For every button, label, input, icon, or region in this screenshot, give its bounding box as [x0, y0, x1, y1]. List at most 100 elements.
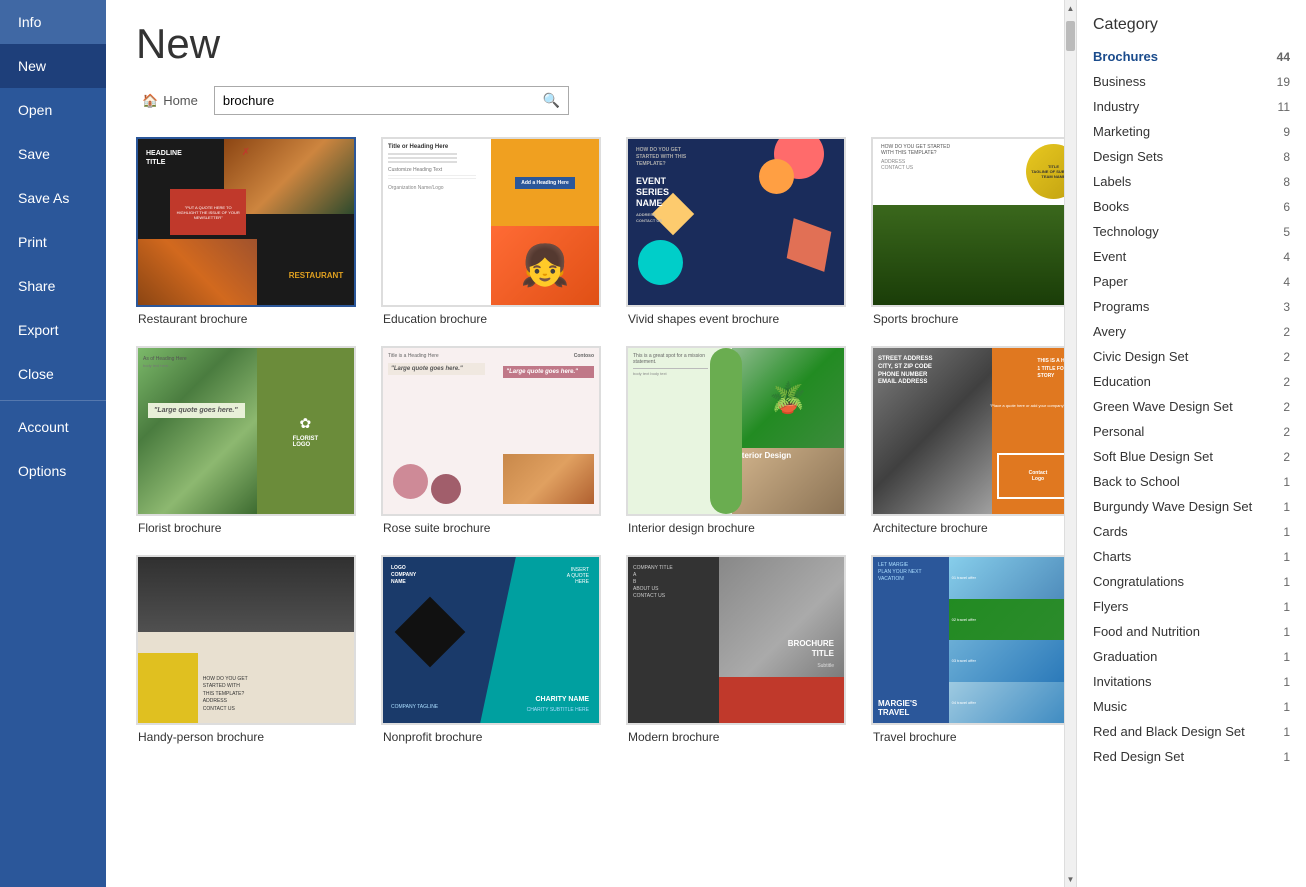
category-item[interactable]: Industry11	[1077, 94, 1306, 119]
templates-area[interactable]: HEADLINETITLE "PUT A QUOTE HERE TO HIGHL…	[106, 127, 1064, 887]
category-count: 1	[1283, 700, 1290, 714]
category-item[interactable]: Cards1	[1077, 519, 1306, 544]
sidebar-divider	[0, 400, 106, 401]
category-count: 2	[1283, 450, 1290, 464]
template-card[interactable]: Title or Heading Here Customize Heading …	[381, 137, 601, 326]
category-item[interactable]: Education2	[1077, 369, 1306, 394]
category-item[interactable]: Labels 8	[1077, 169, 1306, 194]
category-item-label: Industry	[1093, 99, 1139, 114]
category-item[interactable]: Invitations 1	[1077, 669, 1306, 694]
category-item[interactable]: Red and Black Design Set1	[1077, 719, 1306, 744]
category-item[interactable]: Civic Design Set2	[1077, 344, 1306, 369]
category-count: 1	[1283, 475, 1290, 489]
template-thumbnail: LOGOCOMPANYNAME COMPANY TAGLINE INSERTA …	[381, 555, 601, 725]
category-item-label: Music	[1093, 699, 1127, 714]
template-card[interactable]: HOW DO YOU GET STARTED WITH THIS TEMPLAT…	[871, 137, 1064, 326]
category-item-label: Green Wave Design Set	[1093, 399, 1233, 414]
category-item[interactable]: Business 19	[1077, 69, 1306, 94]
template-card[interactable]: COMPANY TITLEABABOUT USCONTACT US BROCHU…	[626, 555, 846, 744]
scroll-up-button[interactable]: ▲	[1065, 0, 1076, 16]
template-card[interactable]: ✿ FLORISTLOGO As of Heading Here body te…	[136, 346, 356, 535]
category-item-label: Congratulations	[1093, 574, 1184, 589]
sidebar-item-export[interactable]: Export	[0, 308, 106, 352]
template-name: Modern brochure	[626, 730, 846, 744]
category-item[interactable]: Design Sets8	[1077, 144, 1306, 169]
category-item[interactable]: Congratulations1	[1077, 569, 1306, 594]
category-item[interactable]: Charts1	[1077, 544, 1306, 569]
template-card[interactable]: LET MARGIEPLAN YOUR NEXTVACATION! MARGIE…	[871, 555, 1064, 744]
sidebar-item-save-as[interactable]: Save As	[0, 176, 106, 220]
category-item[interactable]: Graduation1	[1077, 644, 1306, 669]
search-input-wrap: 🔍	[214, 86, 569, 115]
scroll-thumb	[1066, 21, 1075, 51]
category-count: 44	[1277, 50, 1290, 64]
category-count: 19	[1277, 75, 1290, 89]
search-input[interactable]	[215, 88, 535, 113]
template-card[interactable]: This is a great spot for a mission state…	[626, 346, 846, 535]
category-item[interactable]: Green Wave Design Set2	[1077, 394, 1306, 419]
template-thumbnail: HOW DO YOU GET STARTED WITH THIS TEMPLAT…	[871, 137, 1064, 307]
category-item[interactable]: Paper4	[1077, 269, 1306, 294]
category-item[interactable]: Music 1	[1077, 694, 1306, 719]
template-card[interactable]: THIS IS A HEADING1 TITLE FOR YOURSTORY "…	[871, 346, 1064, 535]
category-count: 2	[1283, 325, 1290, 339]
sidebar-item-info[interactable]: Info	[0, 0, 106, 44]
template-card[interactable]: Title is a Heading Here "Large quote goe…	[381, 346, 601, 535]
category-item[interactable]: Event4	[1077, 244, 1306, 269]
sidebar-item-print[interactable]: Print	[0, 220, 106, 264]
sidebar-item-share[interactable]: Share	[0, 264, 106, 308]
category-item[interactable]: Back to School 1	[1077, 469, 1306, 494]
sidebar-item-new[interactable]: New	[0, 44, 106, 88]
category-item-label: Labels	[1093, 174, 1131, 189]
scroll-down-button[interactable]: ▼	[1065, 871, 1076, 887]
category-item[interactable]: Personal2	[1077, 419, 1306, 444]
category-item[interactable]: Books6	[1077, 194, 1306, 219]
scroll-track	[1065, 16, 1076, 871]
template-thumbnail: Title or Heading Here Customize Heading …	[381, 137, 601, 307]
templates-grid: HEADLINETITLE "PUT A QUOTE HERE TO HIGHL…	[136, 137, 1034, 744]
sidebar-item-options[interactable]: Options	[0, 449, 106, 493]
category-item-label: Business	[1093, 74, 1146, 89]
category-count: 1	[1283, 600, 1290, 614]
category-item-label: Cards	[1093, 524, 1128, 539]
template-card[interactable]: HOW DO YOU GET STARTED WITH THIS TEMPLAT…	[626, 137, 846, 326]
sidebar-item-close[interactable]: Close	[0, 352, 106, 396]
template-name: Rose suite brochure	[381, 521, 601, 535]
home-button[interactable]: 🏠 Home	[136, 89, 204, 113]
category-item[interactable]: Brochures44	[1077, 44, 1306, 69]
search-button[interactable]: 🔍	[535, 87, 568, 114]
template-card[interactable]: HOW DO YOU GETSTARTED WITHTHIS TEMPLATE?…	[136, 555, 356, 744]
category-item[interactable]: Avery2	[1077, 319, 1306, 344]
template-thumbnail: COMPANY TITLEABABOUT USCONTACT US BROCHU…	[626, 555, 846, 725]
category-item-label: Back to School	[1093, 474, 1180, 489]
category-item-label: Flyers	[1093, 599, 1128, 614]
category-count: 1	[1283, 750, 1290, 764]
category-item-label: Invitations	[1093, 674, 1152, 689]
category-item[interactable]: Food and Nutrition1	[1077, 619, 1306, 644]
category-item[interactable]: Programs3	[1077, 294, 1306, 319]
template-thumbnail: HOW DO YOU GET STARTED WITH THIS TEMPLAT…	[626, 137, 846, 307]
sidebar-item-account[interactable]: Account	[0, 405, 106, 449]
sidebar-item-save[interactable]: Save	[0, 132, 106, 176]
category-count: 8	[1283, 175, 1290, 189]
template-thumbnail: LET MARGIEPLAN YOUR NEXTVACATION! MARGIE…	[871, 555, 1064, 725]
category-count: 2	[1283, 425, 1290, 439]
category-item[interactable]: Soft Blue Design Set2	[1077, 444, 1306, 469]
category-item-label: Graduation	[1093, 649, 1157, 664]
sidebar: Info New Open Save Save As Print Share E…	[0, 0, 106, 887]
category-item[interactable]: Red Design Set1	[1077, 744, 1306, 769]
category-count: 1	[1283, 675, 1290, 689]
category-count: 1	[1283, 725, 1290, 739]
sidebar-item-open[interactable]: Open	[0, 88, 106, 132]
category-panel: Category Brochures44Business19Industry11…	[1076, 0, 1306, 887]
category-count: 1	[1283, 500, 1290, 514]
category-item[interactable]: Marketing9	[1077, 119, 1306, 144]
template-card[interactable]: HEADLINETITLE "PUT A QUOTE HERE TO HIGHL…	[136, 137, 356, 326]
category-item[interactable]: Flyers 1	[1077, 594, 1306, 619]
category-item[interactable]: Technology5	[1077, 219, 1306, 244]
category-item[interactable]: Burgundy Wave Design Set1	[1077, 494, 1306, 519]
template-card[interactable]: LOGOCOMPANYNAME COMPANY TAGLINE INSERTA …	[381, 555, 601, 744]
template-name: Restaurant brochure	[136, 312, 356, 326]
template-thumbnail: Title is a Heading Here "Large quote goe…	[381, 346, 601, 516]
category-scrollbar[interactable]: ▲ ▼	[1064, 0, 1076, 887]
